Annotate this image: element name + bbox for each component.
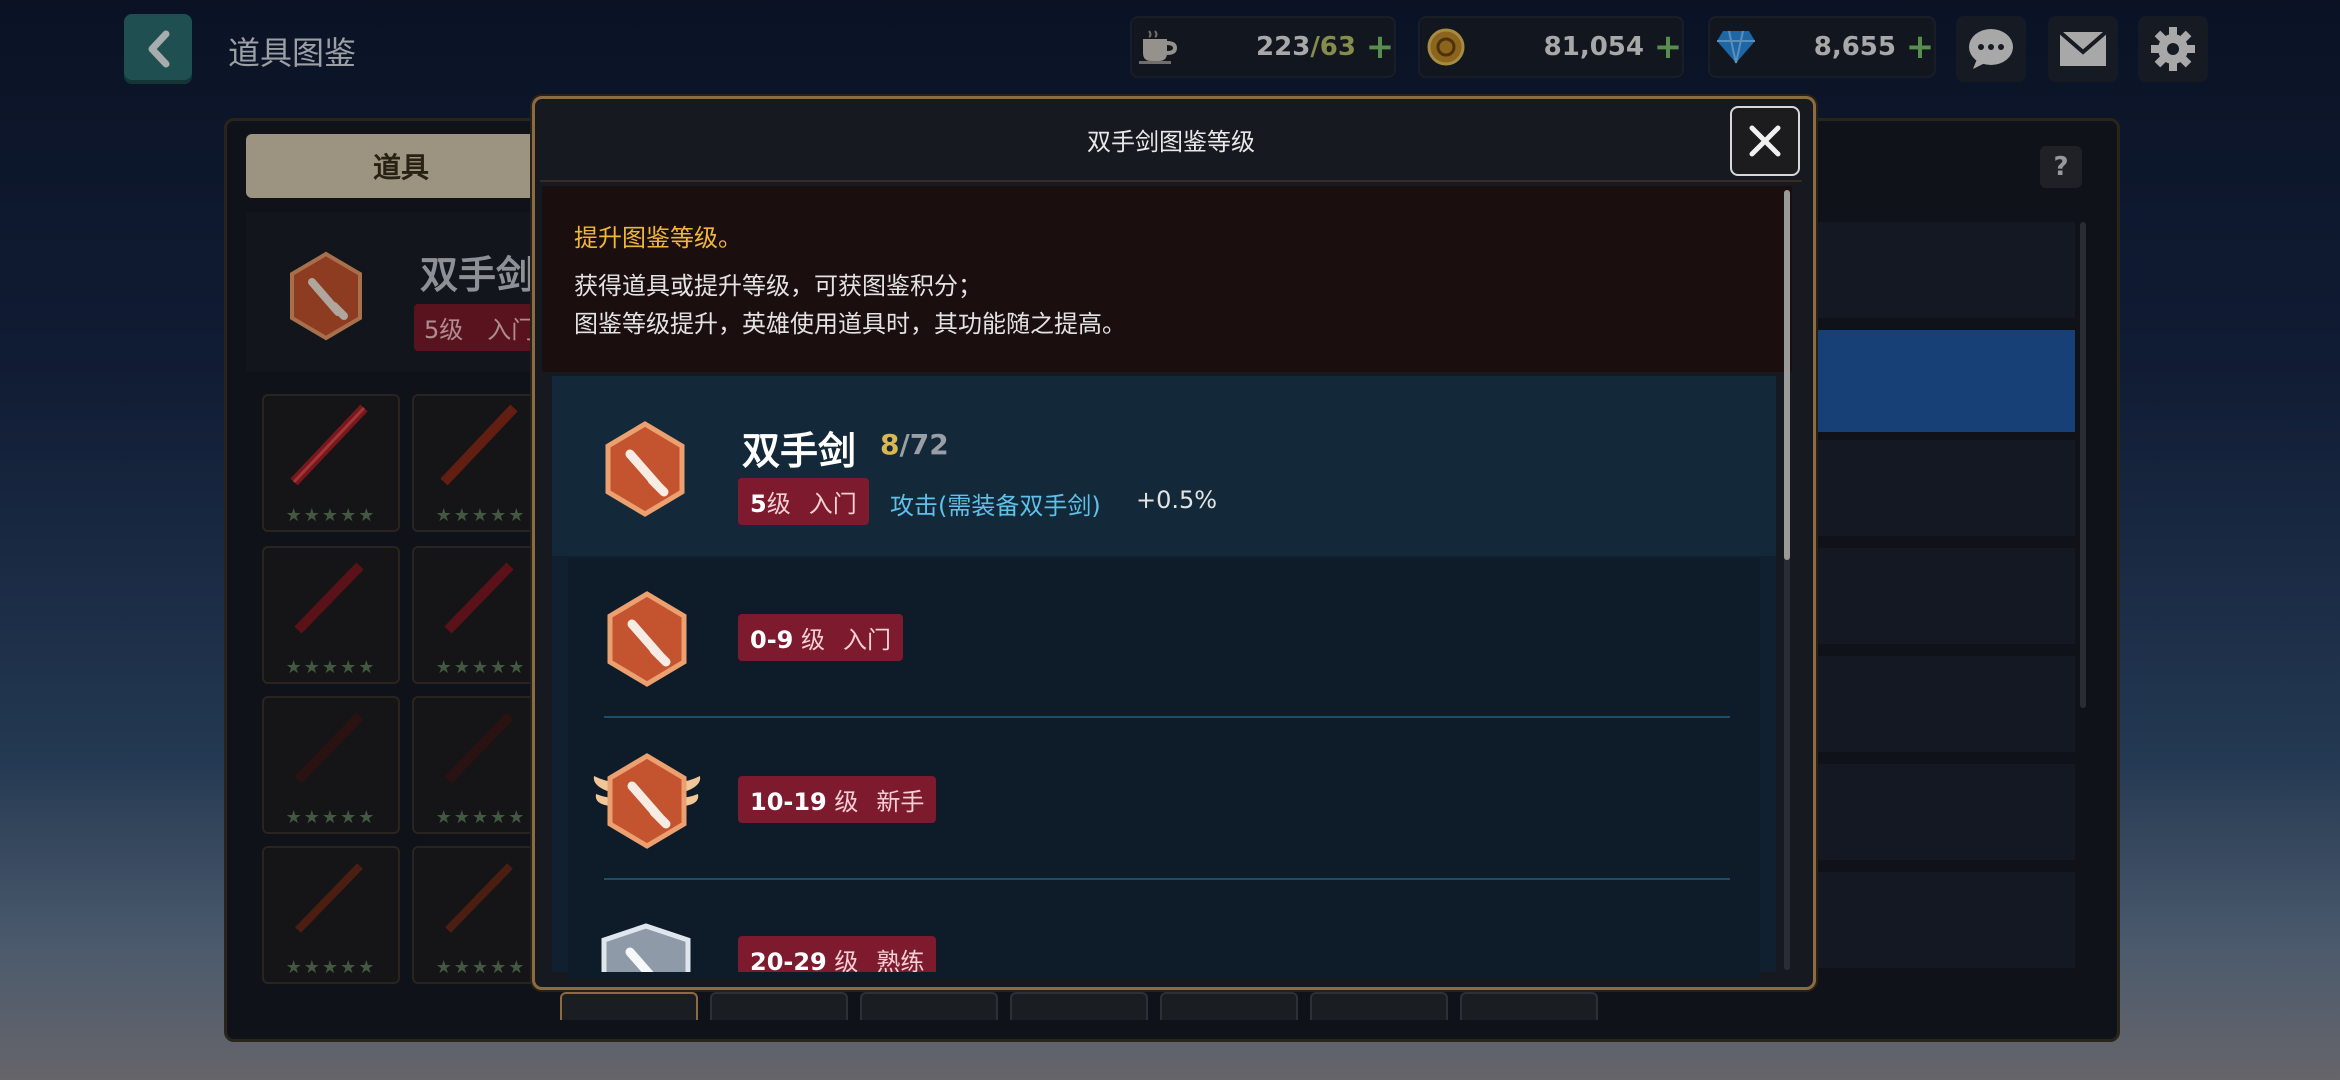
level-unit: 级: [766, 490, 791, 518]
info-line: 获得道具或提升等级，可获图鉴积分；: [574, 272, 982, 300]
tier-rank: 新手: [876, 788, 925, 816]
bonus-value: +0.5%: [1136, 486, 1218, 514]
bottom-tab[interactable]: [860, 992, 998, 1020]
bottom-tab[interactable]: [710, 992, 848, 1020]
summary-item-name: 双手剑: [742, 429, 857, 473]
scrollbar-thumb[interactable]: [1784, 190, 1790, 560]
close-icon: [1749, 125, 1781, 157]
info-heading: 提升图鉴等级。: [574, 224, 742, 252]
tier-level-tag: 20-29 级 熟练: [738, 936, 937, 972]
level-rank: 入门: [808, 490, 857, 518]
bronze-hex-sword-badge-icon: [604, 590, 690, 692]
summary-level-tag: 5级 入门: [738, 478, 869, 525]
current-level-summary: [552, 376, 1776, 556]
modal-scrollbar[interactable]: [1784, 190, 1790, 970]
winged-hex-sword-badge-icon: [590, 752, 704, 854]
tier-level-tag: 0-9 级 入门: [738, 614, 903, 661]
tier-rank: 入门: [843, 626, 891, 654]
tier-unit: 级: [834, 788, 859, 816]
info-line: 图鉴等级提升，英雄使用道具时，其功能随之提高。: [574, 310, 1126, 338]
tier-rank: 熟练: [876, 948, 925, 972]
bottom-tab-strip: [560, 992, 1620, 1022]
tier-unit: 级: [834, 948, 859, 972]
silver-shield-sword-badge-icon: [596, 922, 696, 972]
tier-range: 20-29: [750, 948, 827, 972]
tier-unit: 级: [801, 626, 825, 654]
bottom-tab[interactable]: [1160, 992, 1298, 1020]
level-number: 5: [750, 490, 767, 518]
tier-level-tag: 10-19 级 新手: [738, 776, 937, 823]
bonus-effect: 攻击(需装备双手剑): [890, 492, 1101, 520]
modal-title: 双手剑图鉴等级: [1087, 128, 1255, 156]
bottom-tab[interactable]: [560, 992, 698, 1020]
close-button[interactable]: [1730, 106, 1800, 176]
collection-points-current: 8: [880, 428, 900, 461]
collection-points-total: /72: [899, 428, 949, 461]
bottom-tab[interactable]: [1460, 992, 1598, 1020]
tier-level-tag-clip: 20-29 级 熟练: [738, 936, 937, 972]
bronze-hex-sword-badge-icon: [602, 420, 688, 522]
tier-divider: [604, 716, 1730, 718]
tier-range: 0-9: [750, 626, 794, 654]
bottom-tab[interactable]: [1310, 992, 1448, 1020]
collection-points: 8/72: [880, 428, 949, 461]
tier-divider: [604, 878, 1730, 880]
modal-divider: [540, 180, 1802, 182]
bottom-tab[interactable]: [1010, 992, 1148, 1020]
tier-range: 10-19: [750, 788, 827, 816]
